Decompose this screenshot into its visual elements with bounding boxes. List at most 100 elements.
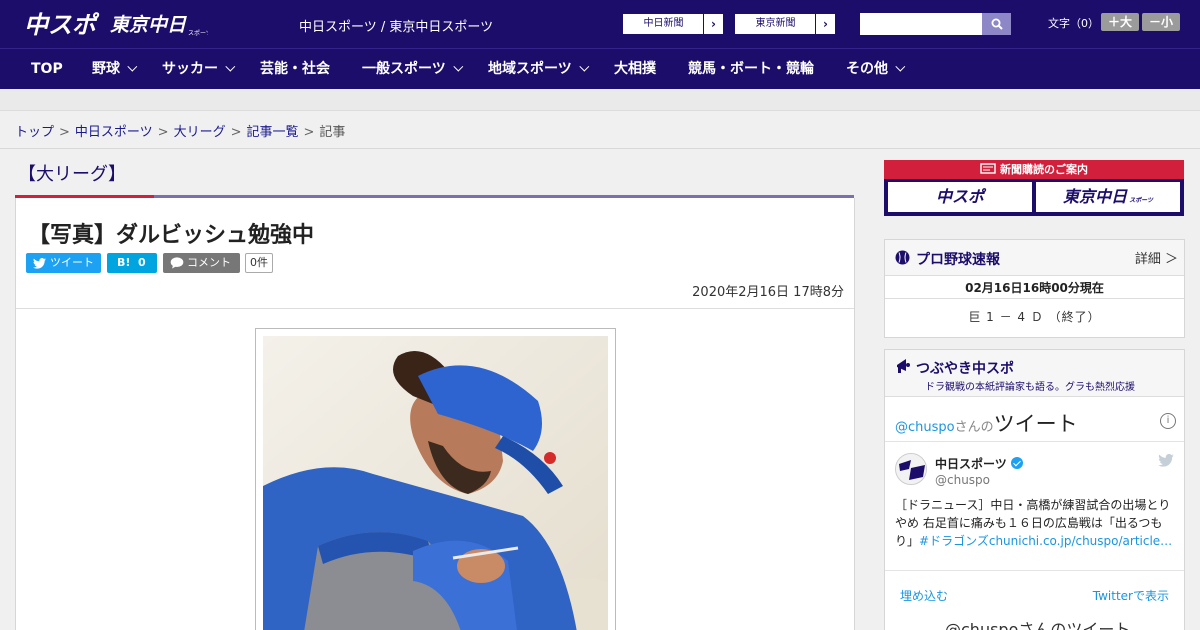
tweet-account-name[interactable]: 中日スポーツ bbox=[935, 455, 1023, 472]
nav-label: 大相撲 bbox=[614, 61, 656, 77]
search-icon bbox=[991, 18, 1003, 30]
nav-item-racing[interactable]: 競馬・ボート・競輪 bbox=[688, 49, 814, 90]
score-detail-link[interactable]: 詳細 ＞ bbox=[1135, 248, 1178, 267]
tweet-text: ［ドラニュース］中日・高橋が練習試合の出場とりやめ 右足首に痛みも１６日の広島戦… bbox=[895, 496, 1175, 550]
tokyo-chunichi-logo[interactable]: 東京中日 スポーツ bbox=[110, 11, 208, 39]
subscription-banner[interactable]: 新聞購読のご案内 中スポ 東京中日 スポーツ bbox=[884, 160, 1184, 216]
twitter-handle-link[interactable]: @chuspo bbox=[895, 420, 955, 435]
tweet-account-label: 中日スポーツ bbox=[935, 457, 1007, 471]
top-header: 中スポ 東京中日 スポーツ 中日スポーツ / 東京中日スポーツ 中日新聞 › 東… bbox=[0, 0, 1200, 48]
subscribe-tokyo-label: 東京中日 bbox=[1063, 187, 1128, 206]
breadcrumb-separator: > bbox=[303, 125, 315, 140]
twitter-bird-icon[interactable] bbox=[1158, 454, 1174, 467]
hatena-icon: B! bbox=[117, 256, 131, 269]
score-result[interactable]: 巨 1 － 4 Ｄ （終了） bbox=[885, 308, 1184, 325]
breadcrumb: トップ > 中日スポーツ > 大リーグ > 記事一覧 > 記事 bbox=[15, 121, 345, 140]
tweets-by-header: @chuspoさんのツイート bbox=[895, 408, 1078, 438]
article-date: 2020年2月16日 17時8分 bbox=[692, 285, 844, 300]
chevron-right-icon: › bbox=[703, 14, 723, 34]
article-photo[interactable] bbox=[263, 336, 608, 630]
category-heading: 【大リーグ】 bbox=[18, 164, 126, 185]
search-input[interactable] bbox=[860, 13, 982, 35]
subscribe-tokyo-sub: スポーツ bbox=[1129, 197, 1153, 204]
nav-item-top[interactable]: TOP bbox=[31, 49, 63, 90]
nav-label: 一般スポーツ bbox=[362, 61, 446, 77]
logo-tokyo-sub: スポーツ bbox=[188, 29, 208, 37]
baseball-icon bbox=[895, 250, 910, 265]
newspaper-icon bbox=[980, 163, 996, 174]
breadcrumb-separator: > bbox=[157, 125, 169, 140]
header-site-names[interactable]: 中日スポーツ / 東京中日スポーツ bbox=[299, 16, 493, 35]
tweets-footer-title[interactable]: @chuspoさんのツイート bbox=[945, 616, 1130, 630]
nav-label: 地域スポーツ bbox=[488, 61, 572, 77]
font-larger-button[interactable]: ＋大 bbox=[1101, 13, 1139, 31]
tweet-divider bbox=[885, 441, 1184, 442]
breadcrumb-separator: > bbox=[59, 125, 70, 140]
chevron-down-icon bbox=[895, 61, 906, 72]
tweet-hashtag-link[interactable]: #ドラゴンズ bbox=[919, 534, 989, 548]
comment-button[interactable]: コメント bbox=[163, 253, 240, 273]
embed-link[interactable]: 埋め込む bbox=[900, 587, 948, 604]
nav-label: その他 bbox=[846, 61, 888, 77]
font-size-label: 文字（0） bbox=[1048, 17, 1099, 30]
nav-label: 競馬・ボート・競輪 bbox=[688, 61, 814, 77]
hatena-bookmark-button[interactable]: B! 0 bbox=[107, 253, 157, 273]
nav-item-local-sports[interactable]: 地域スポーツ bbox=[488, 49, 590, 90]
nav-label: TOP bbox=[31, 61, 63, 77]
info-icon[interactable]: i bbox=[1160, 413, 1176, 429]
tweet-account-handle[interactable]: @chuspo bbox=[935, 473, 990, 487]
subscription-heading: 新聞購読のご案内 bbox=[884, 160, 1184, 179]
chunichi-shimbun-label: 中日新聞 bbox=[643, 18, 684, 29]
hatena-count: 0 bbox=[138, 256, 146, 269]
logo-main-text: 中スポ bbox=[24, 11, 100, 39]
nav-item-sumo[interactable]: 大相撲 bbox=[614, 49, 656, 90]
breadcrumb-link-article-list[interactable]: 記事一覧 bbox=[247, 125, 299, 140]
nav-item-entertainment[interactable]: 芸能・社会 bbox=[260, 49, 330, 90]
twitter-panel-subtitle: ドラ観戦の本紙評論家も語る。グラも熱烈応援 bbox=[925, 382, 1135, 393]
nav-subband bbox=[0, 89, 1200, 111]
nav-item-soccer[interactable]: サッカー bbox=[162, 49, 236, 90]
subscribe-chuspo-card[interactable]: 中スポ bbox=[888, 182, 1032, 212]
search-button[interactable] bbox=[982, 13, 1011, 35]
subscribe-tokyo-chunichi-card[interactable]: 東京中日 スポーツ bbox=[1036, 182, 1180, 212]
avatar[interactable] bbox=[895, 453, 927, 485]
logo-tokyo-text: 東京中日 bbox=[110, 14, 187, 36]
font-smaller-button[interactable]: －小 bbox=[1142, 13, 1180, 31]
megaphone-icon bbox=[897, 359, 910, 373]
breadcrumb-link-chunichi-sports[interactable]: 中日スポーツ bbox=[75, 125, 153, 140]
twitter-widget-panel: つぶやき中スポ ドラ観戦の本紙評論家も語る。グラも熱烈応援 @chuspoさんの… bbox=[884, 349, 1185, 630]
chevron-down-icon bbox=[579, 61, 590, 72]
twitter-panel-title: つぶやき中スポ bbox=[916, 361, 1014, 377]
comment-label: コメント bbox=[187, 256, 231, 269]
tweet-button[interactable]: ツイート bbox=[26, 253, 101, 273]
nav-item-baseball[interactable]: 野球 bbox=[92, 49, 138, 90]
article-photo-frame bbox=[255, 328, 616, 630]
chuspo-logo[interactable]: 中スポ bbox=[24, 9, 100, 39]
nav-item-other[interactable]: その他 bbox=[846, 49, 906, 90]
breadcrumb-link-top[interactable]: トップ bbox=[15, 125, 54, 140]
nav-item-general-sports[interactable]: 一般スポーツ bbox=[362, 49, 464, 90]
subscribe-chuspo-label: 中スポ bbox=[935, 187, 984, 206]
tokyo-shimbun-button[interactable]: 東京新聞 › bbox=[734, 13, 836, 35]
tweets-by-particle: さんの bbox=[954, 420, 994, 435]
chunichi-shimbun-button[interactable]: 中日新聞 › bbox=[622, 13, 724, 35]
verified-badge-icon bbox=[1010, 457, 1023, 469]
tokyo-shimbun-label: 東京新聞 bbox=[755, 18, 796, 29]
chevron-down-icon bbox=[225, 61, 236, 72]
score-panel-header: プロ野球速報 詳細 ＞ bbox=[885, 240, 1184, 276]
breadcrumb-separator: > bbox=[230, 125, 242, 140]
tweet-url-link[interactable]: chunichi.co.jp/chuspo/article… bbox=[989, 534, 1172, 548]
tweets-label: ツイート bbox=[993, 412, 1078, 436]
nav-label: 野球 bbox=[92, 61, 120, 77]
score-timestamp: 02月16日16時00分現在 bbox=[885, 277, 1184, 299]
view-on-twitter-link[interactable]: Twitterで表示 bbox=[1093, 587, 1169, 604]
twitter-bird-icon bbox=[33, 258, 46, 269]
nav-label: 芸能・社会 bbox=[260, 61, 330, 77]
breadcrumb-current: 記事 bbox=[319, 125, 346, 140]
speech-bubble-icon bbox=[170, 257, 184, 269]
breadcrumb-link-mlb[interactable]: 大リーグ bbox=[174, 125, 226, 140]
chevron-down-icon bbox=[453, 61, 464, 72]
comment-count-badge: 0件 bbox=[245, 253, 273, 273]
baseball-score-panel: プロ野球速報 詳細 ＞ 02月16日16時00分現在 巨 1 － 4 Ｄ （終了… bbox=[884, 239, 1185, 338]
tweet-footer-divider bbox=[885, 570, 1184, 571]
